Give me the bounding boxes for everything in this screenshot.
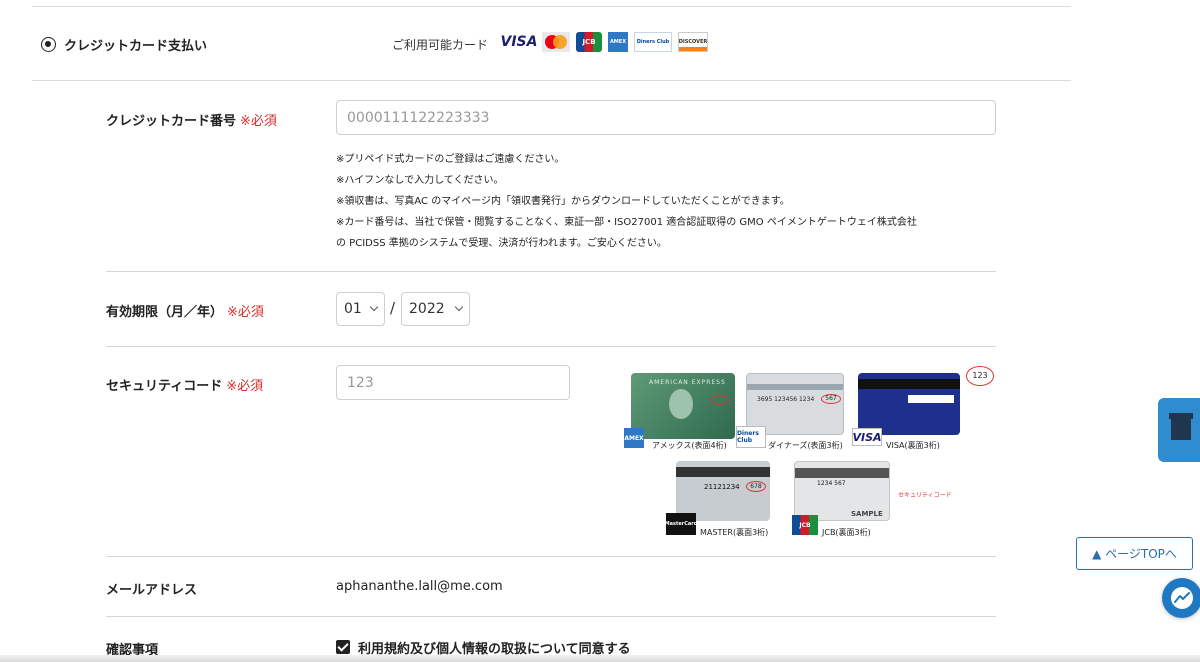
messenger-icon [1174, 592, 1190, 603]
payment-method-header: クレジットカード支払い ご利用可能カード VISA JCB AMEX Diner… [32, 7, 1071, 81]
visa-logo: VISA [500, 34, 538, 50]
centurion-portrait [669, 389, 693, 419]
discover-logo: DISCOVER [678, 32, 708, 52]
chevron-down-icon [454, 302, 464, 312]
diners-logo: Diners Club [634, 32, 672, 52]
required-mark: ※必須 [227, 305, 264, 320]
visa-small-logo: VISA [852, 428, 882, 446]
expiry-month-select[interactable]: 01 [336, 292, 385, 326]
jcb-small-logo: JCB [792, 515, 818, 535]
master-card-number: 21121234 [704, 483, 740, 491]
amex-small-logo: AMEX [624, 428, 644, 448]
card-number-label-text: クレジットカード番号 [106, 114, 237, 129]
gift-tab[interactable] [1158, 398, 1200, 462]
visa-card-image [858, 373, 960, 435]
note-line: の PCIDSS 準拠のシステムで受理、決済が行われます。ご安心ください。 [336, 238, 667, 249]
master-card-image: 21121234 678 [676, 461, 770, 521]
amex-caption: アメックス(表面4桁) [652, 441, 727, 450]
security-code-label-text: セキュリティコード [106, 379, 223, 394]
master-code-circle: 678 [746, 481, 766, 492]
mastercard-logo [542, 32, 570, 52]
diners-small-logo: Diners Club [736, 426, 766, 448]
gift-box-icon [1171, 418, 1191, 440]
note-line: ※カード番号は、当社で保管・閲覧することなく、東証一部・ISO27001 適合認… [336, 217, 917, 228]
master-caption: MASTER(裏面3桁) [700, 528, 769, 537]
amex-card-image: AMERICAN EXPRESS [631, 373, 735, 439]
expiry-separator: / [390, 299, 396, 317]
expiry-label-text: 有効期限（月／年） [106, 305, 224, 320]
payment-method-label[interactable]: クレジットカード支払い [64, 35, 207, 54]
agree-checkbox[interactable] [336, 640, 350, 654]
note-line: ※ハイフンなしで入力してください。 [336, 175, 504, 186]
jcb-card-number: 1234 567 [817, 480, 846, 487]
card-number-input[interactable]: 0000111122223333 [336, 100, 996, 135]
required-mark: ※必須 [240, 114, 277, 129]
diners-card-number: 3695 123456 1234 [757, 396, 815, 403]
page-top-button[interactable]: ▲ ページTOPへ [1076, 537, 1193, 570]
row-divider [106, 616, 996, 617]
email-label: メールアドレス [106, 583, 198, 598]
note-line: ※プリペイド式カードのご登録はご遠慮ください。 [336, 154, 565, 165]
chevron-down-icon [369, 302, 379, 312]
security-code-input[interactable]: 123 [336, 365, 570, 400]
expiry-month-value: 01 [344, 301, 362, 317]
row-divider [106, 556, 996, 557]
jcb-caption: JCB(裏面3桁) [822, 528, 871, 537]
jcb-card-image: 1234 567 SAMPLE [794, 461, 890, 521]
available-cards-label: ご利用可能カード [392, 38, 489, 52]
messenger-button[interactable] [1162, 578, 1200, 618]
required-mark: ※必須 [226, 379, 264, 394]
bottom-shade [0, 655, 1200, 662]
card-number-notes: ※プリペイド式カードのご登録はご遠慮ください。 ※ハイフンなしで入力してください… [336, 149, 917, 254]
diners-caption: ダイナーズ(表面3桁) [768, 441, 843, 450]
amex-card-text: AMERICAN EXPRESS [649, 379, 726, 386]
amex-logo: AMEX [608, 32, 628, 52]
visa-code-bubble: 123 [966, 366, 994, 386]
master-small-logo: MasterCard [665, 513, 697, 535]
card-brand-logos: VISA JCB AMEX Diners Club DISCOVER [500, 32, 708, 52]
note-line: ※領収書は、写真AC のマイページ内「領収書発行」からダウンロードしていただくこ… [336, 196, 790, 207]
diners-code-circle: 567 [821, 394, 841, 404]
credit-card-radio[interactable] [41, 37, 56, 52]
visa-caption: VISA(裏面3桁) [886, 441, 940, 450]
expiry-label: 有効期限（月／年） ※必須 [106, 301, 264, 320]
card-number-label: クレジットカード番号 ※必須 [106, 110, 277, 129]
row-divider [106, 346, 996, 347]
email-value: aphananthe.lall@me.com [336, 579, 503, 594]
jcb-sample-text: SAMPLE [851, 510, 883, 518]
security-code-label: セキュリティコード ※必須 [106, 375, 263, 394]
row-divider [106, 271, 996, 272]
jcb-logo: JCB [576, 32, 602, 52]
jcb-pointer-label: セキュリティコード [898, 492, 952, 499]
amex-code-circle [711, 395, 729, 405]
expiry-year-value: 2022 [409, 301, 445, 317]
expiry-year-select[interactable]: 2022 [401, 292, 470, 326]
